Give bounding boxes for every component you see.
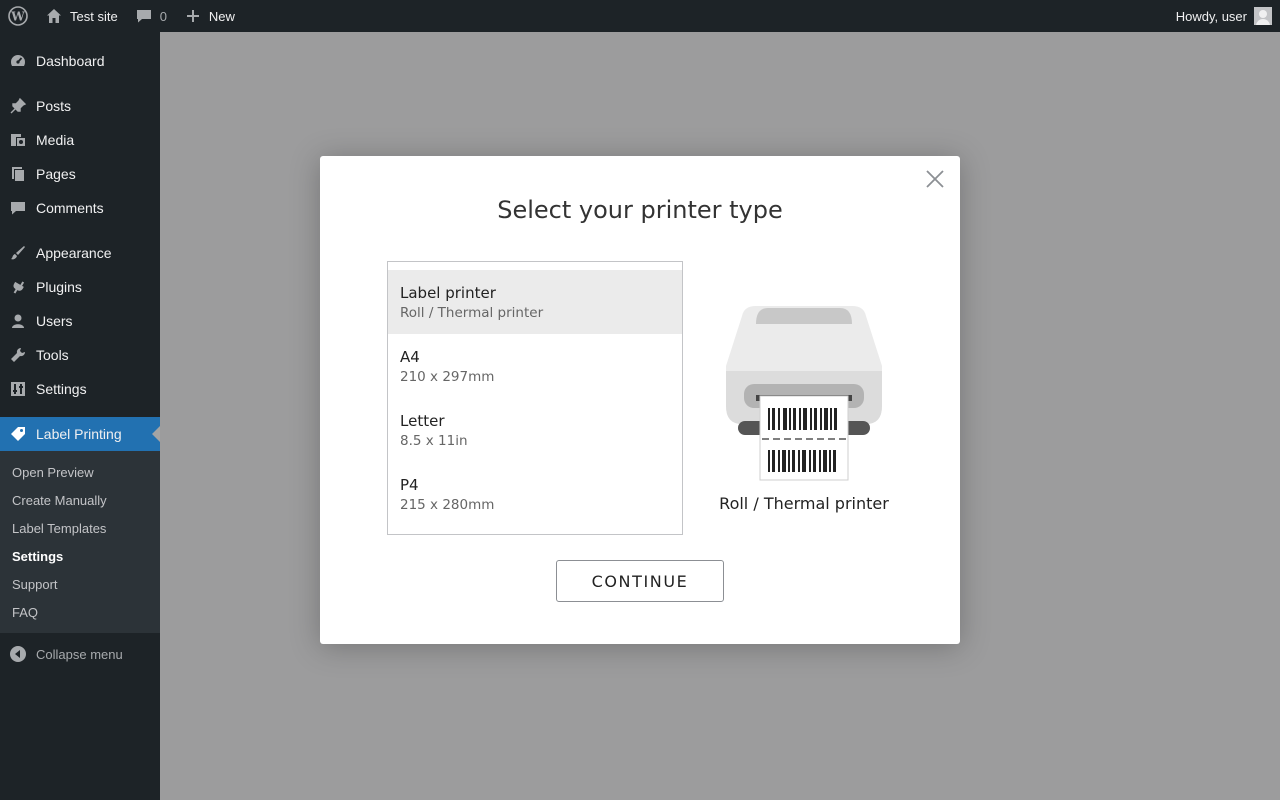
new-label: New (208, 8, 235, 24)
sidebar-label: Pages (36, 166, 76, 182)
option-title: P4 (400, 476, 419, 494)
site-name-link[interactable]: Test site (36, 0, 126, 32)
sidebar-label: Label Printing (36, 426, 122, 442)
sidebar-label: Users (36, 313, 73, 329)
home-icon (44, 6, 64, 26)
sidebar-item-pages[interactable]: Pages (0, 157, 160, 191)
sidebar-label: Tools (36, 347, 69, 363)
submenu-settings[interactable]: Settings (0, 542, 160, 570)
plug-icon (0, 278, 36, 296)
sidebar-label: Comments (36, 200, 104, 216)
sidebar-label: Posts (36, 98, 72, 114)
my-account-link[interactable]: Howdy, user (1168, 0, 1280, 32)
preview-caption: Roll / Thermal printer (719, 494, 889, 513)
plus-icon (183, 6, 203, 26)
sidebar-label: Plugins (36, 279, 82, 295)
comment-icon (0, 199, 36, 217)
new-content-link[interactable]: New (175, 0, 243, 32)
dashboard-icon (0, 52, 36, 70)
sidebar-label: Dashboard (36, 53, 105, 69)
sidebar-label: Settings (36, 381, 87, 397)
settings-icon (0, 380, 36, 398)
collapse-menu-button[interactable]: Collapse menu (0, 637, 160, 671)
sidebar-item-label-printing[interactable]: Label Printing (0, 417, 160, 451)
option-title: Letter (400, 412, 445, 430)
media-icon (0, 131, 36, 149)
tag-icon (0, 425, 36, 443)
submenu-create-manually[interactable]: Create Manually (0, 486, 160, 514)
user-icon (0, 312, 36, 330)
submenu-open-preview[interactable]: Open Preview (0, 458, 160, 486)
option-subtitle: 8.5 x 11in (400, 433, 468, 449)
printer-option-label-printer[interactable]: Label printer Roll / Thermal printer (388, 270, 682, 334)
submenu-faq[interactable]: FAQ (0, 598, 160, 626)
comment-bubble-icon (134, 6, 154, 26)
sidebar-item-comments[interactable]: Comments (0, 191, 160, 225)
howdy-text: Howdy, user (1175, 8, 1247, 24)
option-subtitle: 210 x 297mm (400, 369, 495, 385)
svg-text:W: W (10, 10, 25, 24)
modal-title: Select your printer type (497, 196, 783, 224)
printer-option-a4[interactable]: A4 210 x 297mm (388, 334, 682, 398)
comments-count: 0 (159, 8, 167, 24)
admin-sidebar: Dashboard Posts Media Pages Comments App… (0, 32, 160, 800)
option-title: Label printer (400, 284, 496, 302)
thermal-printer-illustration (720, 296, 888, 490)
sidebar-item-appearance[interactable]: Appearance (0, 236, 160, 270)
submenu-support[interactable]: Support (0, 570, 160, 598)
continue-button[interactable]: CONTINUE (556, 560, 724, 602)
option-subtitle: Roll / Thermal printer (400, 305, 544, 321)
printer-type-modal: Select your printer type Label printer R… (320, 156, 960, 644)
printer-type-list: Label printer Roll / Thermal printer A4 … (387, 261, 683, 535)
collapse-arrow-icon (0, 645, 36, 663)
brush-icon (0, 244, 36, 262)
printer-option-p4[interactable]: P4 215 x 280mm (388, 462, 682, 526)
sidebar-item-media[interactable]: Media (0, 123, 160, 157)
pages-icon (0, 165, 36, 183)
sidebar-item-users[interactable]: Users (0, 304, 160, 338)
printer-option-letter[interactable]: Letter 8.5 x 11in (388, 398, 682, 462)
option-subtitle: 215 x 280mm (400, 497, 495, 513)
option-title: A4 (400, 348, 420, 366)
sidebar-item-tools[interactable]: Tools (0, 338, 160, 372)
avatar (1254, 7, 1272, 25)
sidebar-item-plugins[interactable]: Plugins (0, 270, 160, 304)
submenu-label-templates[interactable]: Label Templates (0, 514, 160, 542)
site-name: Test site (70, 8, 118, 24)
wrench-icon (0, 346, 36, 364)
comments-link[interactable]: 0 (126, 0, 175, 32)
wordpress-logo-icon[interactable]: W (0, 0, 36, 32)
admin-bar: W Test site 0 New Howdy, user (0, 0, 1280, 32)
sidebar-item-settings[interactable]: Settings (0, 372, 160, 406)
sidebar-item-dashboard[interactable]: Dashboard (0, 44, 160, 78)
label-printing-submenu: Open Preview Create Manually Label Templ… (0, 451, 160, 633)
sidebar-item-posts[interactable]: Posts (0, 89, 160, 123)
sidebar-label: Appearance (36, 245, 112, 261)
close-icon[interactable] (924, 168, 946, 190)
collapse-label: Collapse menu (36, 646, 123, 662)
sidebar-label: Media (36, 132, 75, 148)
pin-icon (0, 97, 36, 115)
